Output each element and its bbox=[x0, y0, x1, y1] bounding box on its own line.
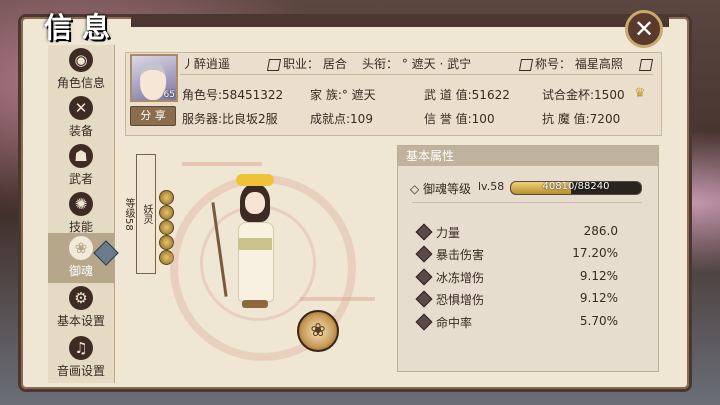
spirit-label: 妖灵 bbox=[141, 204, 152, 224]
window-title: 信息 bbox=[24, 4, 136, 48]
sidebar-item-label: 基本设置 bbox=[56, 314, 105, 328]
honor-label: 称号： 福星高照 bbox=[535, 57, 623, 71]
sidebar: ◉ 角色信息 ✕ 装备 ☗ 武者 ✺ 技能 ❀ 御魂 ⚙ 基本设置 ♫ 音画设置 bbox=[48, 45, 115, 383]
soul-slot[interactable] bbox=[159, 220, 174, 235]
force-value: 武 道 值:51622 bbox=[424, 88, 510, 102]
attribute-value: 5.70% bbox=[579, 314, 618, 328]
decoration-bar bbox=[300, 297, 375, 301]
job-label: 职业： 居合 bbox=[283, 57, 347, 71]
achievement: 成就点:109 bbox=[310, 112, 373, 126]
attribute-value: 17.20% bbox=[572, 246, 618, 260]
character-bow bbox=[236, 174, 274, 186]
sidebar-item-label: 角色信息 bbox=[56, 76, 105, 90]
sidebar-item-basic-settings[interactable]: ⚙ 基本设置 bbox=[48, 283, 114, 333]
sidebar-item-label: 武者 bbox=[68, 172, 93, 186]
honor-field[interactable]: 称号： 福星高照 bbox=[518, 55, 623, 72]
avatar[interactable]: 65 bbox=[130, 54, 178, 102]
avatar-face bbox=[140, 62, 166, 100]
edit-icon[interactable] bbox=[638, 59, 654, 71]
spirit-character bbox=[211, 172, 280, 322]
soul-level-name: 御魂等级 bbox=[423, 182, 472, 196]
family: 家 族:° 遮天 bbox=[310, 88, 376, 102]
attribute-value: 9.12% bbox=[579, 291, 618, 305]
sidebar-item-role-info[interactable]: ◉ 角色信息 bbox=[48, 45, 114, 95]
sidebar-item-label: 音画设置 bbox=[56, 364, 105, 378]
diamond-icon bbox=[415, 313, 433, 331]
soul-exp-text: 40810/88240 bbox=[542, 181, 610, 192]
sidebar-item-equipment[interactable]: ✕ 装备 bbox=[48, 93, 114, 143]
avatar-level: 65 bbox=[163, 90, 175, 100]
title-field: 头衔： ° 遮天 · 武宁 bbox=[362, 57, 472, 71]
gear-icon: ⚙ bbox=[69, 286, 93, 310]
character-face bbox=[245, 192, 265, 214]
trophy-icon: ♛ bbox=[634, 86, 646, 101]
sidebar-item-skills[interactable]: ✺ 技能 bbox=[48, 189, 114, 239]
character-sash bbox=[238, 238, 272, 250]
edit-icon bbox=[518, 58, 534, 71]
attribute-row: 命中率 5.70% bbox=[415, 313, 618, 331]
role-id: 角色号:58451322 bbox=[182, 88, 284, 102]
diamond-icon bbox=[415, 268, 433, 286]
attribute-value: 286.0 bbox=[583, 224, 618, 238]
sidebar-item-av-settings[interactable]: ♫ 音画设置 bbox=[48, 333, 114, 383]
edit-icon bbox=[266, 58, 282, 71]
attribute-row: 冰冻增伤 9.12% bbox=[415, 268, 618, 286]
role-icon: ◉ bbox=[69, 48, 93, 72]
soul-level-label: ◇ 御魂等级 bbox=[410, 182, 472, 196]
attribute-value: 9.12% bbox=[579, 269, 618, 283]
sidebar-item-label: 装备 bbox=[68, 124, 93, 138]
window-title-text: 信息 bbox=[43, 11, 120, 44]
spirit-level-tag: 妖灵 等级58 bbox=[123, 154, 156, 274]
server: 服务器:比良坂2服 bbox=[182, 112, 278, 126]
credit: 信 誉 值:100 bbox=[424, 112, 495, 126]
sidebar-item-warrior[interactable]: ☗ 武者 bbox=[48, 141, 114, 191]
diamond-icon bbox=[415, 290, 433, 308]
attribute-name: 力量 bbox=[436, 226, 461, 240]
character-feet bbox=[242, 300, 268, 308]
soul-level-value: lv.58 bbox=[478, 180, 505, 193]
share-button[interactable]: 分 享 bbox=[130, 106, 176, 126]
panel-top-border bbox=[131, 17, 669, 27]
close-icon: ✕ bbox=[633, 15, 655, 43]
attribute-name: 暴击伤害 bbox=[436, 248, 485, 262]
divider bbox=[180, 74, 653, 75]
attribute-name: 恐惧增伤 bbox=[436, 293, 485, 307]
warrior-icon: ☗ bbox=[69, 144, 93, 168]
soul-slot[interactable] bbox=[159, 205, 174, 220]
attribute-name: 命中率 bbox=[436, 316, 473, 330]
divider bbox=[412, 202, 642, 203]
attribute-name: 冰冻增伤 bbox=[436, 271, 485, 285]
soul-exp-bar: 40810/88240 bbox=[510, 181, 642, 195]
demon-resist: 抗 魔 值:7200 bbox=[542, 112, 621, 126]
job-field[interactable]: 职业： 居合 bbox=[266, 55, 347, 72]
music-icon: ♫ bbox=[69, 336, 93, 360]
sidebar-item-label: 技能 bbox=[68, 220, 93, 234]
swords-icon: ✕ bbox=[69, 96, 93, 120]
spirit-avatar-icon: ❀ bbox=[310, 320, 326, 341]
spirit-level-label: 等级58 bbox=[123, 197, 134, 231]
player-name: 丿醉逍遥 bbox=[182, 57, 231, 71]
diamond-icon bbox=[415, 245, 433, 263]
close-button[interactable]: ✕ bbox=[625, 10, 663, 48]
spirit-switch-button[interactable]: ❀ bbox=[297, 310, 339, 352]
character-dress bbox=[238, 222, 274, 302]
diamond-icon bbox=[415, 223, 433, 241]
skill-icon: ✺ bbox=[69, 192, 93, 216]
attribute-row: 暴击伤害 17.20% bbox=[415, 245, 618, 263]
attributes-title: 基本属性 bbox=[398, 146, 658, 166]
trial-cup: 试合金杯:1500 bbox=[542, 88, 625, 102]
sidebar-item-label: 御魂 bbox=[68, 264, 93, 278]
soul-slot[interactable] bbox=[159, 190, 174, 205]
attribute-row: 力量 286.0 bbox=[415, 223, 618, 241]
decoration-bar bbox=[182, 162, 262, 166]
attribute-row: 恐惧增伤 9.12% bbox=[415, 290, 618, 308]
soul-icon: ❀ bbox=[69, 236, 93, 260]
